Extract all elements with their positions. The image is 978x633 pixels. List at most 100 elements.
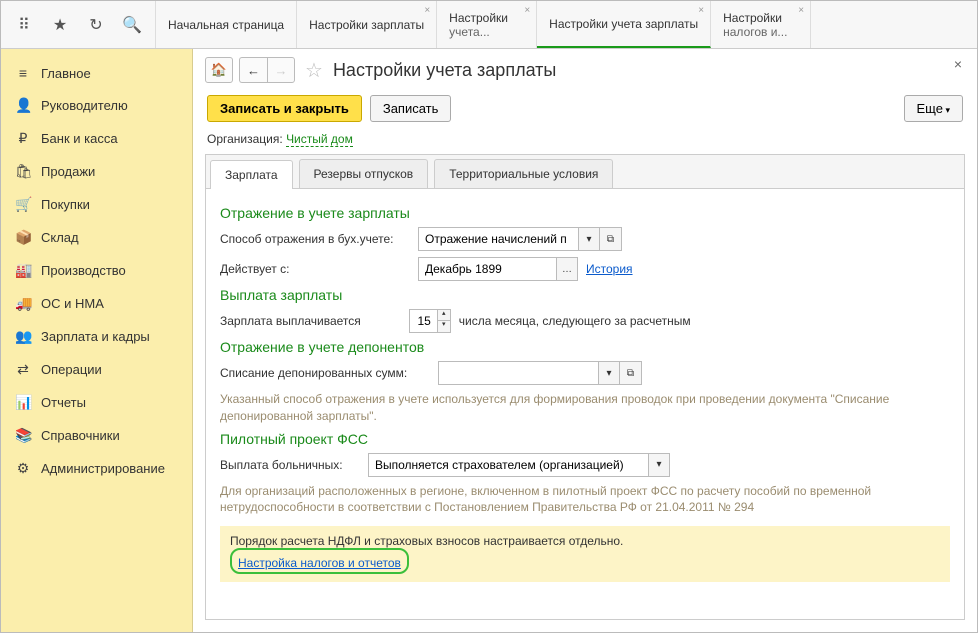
- tab-label: Настройки: [449, 11, 524, 25]
- more-button[interactable]: Еще: [904, 95, 963, 122]
- history-icon[interactable]: ↻: [81, 10, 111, 40]
- sidebar-item-production[interactable]: 🏭 Производство: [1, 254, 192, 287]
- apps-icon[interactable]: ⠿: [9, 10, 39, 40]
- deponent-hint: Указанный способ отражения в учете испол…: [220, 391, 950, 425]
- section-salary-accounting: Отражение в учете зарплаты: [220, 205, 950, 221]
- open-button[interactable]: ⧉: [600, 227, 622, 251]
- open-button[interactable]: ⧉: [620, 361, 642, 385]
- sidebar-item-label: ОС и НМА: [41, 296, 104, 311]
- tab-label: Настройки зарплаты: [309, 18, 424, 32]
- dropdown-button[interactable]: ▾: [648, 453, 670, 477]
- sidebar-item-label: Зарплата и кадры: [41, 329, 150, 344]
- gear-icon: ⚙: [15, 460, 31, 477]
- org-label: Организация:: [207, 132, 283, 146]
- section-salary-payment: Выплата зарплаты: [220, 287, 950, 303]
- sidebar-item-label: Отчеты: [41, 395, 86, 410]
- tab-label: Настройки учета зарплаты: [549, 17, 698, 31]
- sidebar-item-bank[interactable]: ₽ Банк и касса: [1, 122, 192, 155]
- sidebar-item-label: Покупки: [41, 197, 90, 212]
- tab-accounting-settings[interactable]: Настройки учета... ×: [437, 1, 537, 48]
- sidebar-item-purchases[interactable]: 🛒 Покупки: [1, 188, 192, 221]
- form-tab-territory[interactable]: Территориальные условия: [434, 159, 613, 188]
- sidebar-item-manager[interactable]: 👤 Руководителю: [1, 89, 192, 122]
- truck-icon: 🚚: [15, 295, 31, 312]
- swap-icon: ⇄: [15, 361, 31, 378]
- sick-pay-input[interactable]: [368, 453, 648, 477]
- tab-salary-accounting-settings[interactable]: Настройки учета зарплаты ×: [537, 1, 711, 48]
- tab-salary-settings[interactable]: Настройки зарплаты ×: [297, 1, 437, 48]
- effective-from-input[interactable]: [418, 257, 556, 281]
- books-icon: 📚: [15, 427, 31, 444]
- sidebar: ≡ Главное 👤 Руководителю ₽ Банк и касса 🛍 Пр…: [1, 49, 193, 632]
- sidebar-item-operations[interactable]: ⇄ Операции: [1, 353, 192, 386]
- org-link[interactable]: Чистый дом: [286, 132, 353, 147]
- sidebar-item-label: Руководителю: [41, 98, 128, 113]
- sidebar-item-label: Операции: [41, 362, 102, 377]
- pay-day-label: Зарплата выплачивается: [220, 314, 361, 328]
- info-text: Порядок расчета НДФЛ и страховых взносов…: [230, 534, 940, 548]
- ruble-icon: ₽: [15, 130, 31, 147]
- accounting-method-input[interactable]: [418, 227, 578, 251]
- tax-settings-link[interactable]: Настройка налогов и отчетов: [238, 556, 401, 570]
- dropdown-button[interactable]: ▾: [598, 361, 620, 385]
- tab-home[interactable]: Начальная страница: [156, 1, 297, 48]
- section-fss-pilot: Пилотный проект ФСС: [220, 431, 950, 447]
- sick-pay-label: Выплата больничных:: [220, 458, 360, 472]
- favorite-icon[interactable]: ☆: [305, 58, 323, 83]
- select-button[interactable]: …: [556, 257, 578, 281]
- sidebar-item-main[interactable]: ≡ Главное: [1, 57, 192, 89]
- sidebar-item-assets[interactable]: 🚚 ОС и НМА: [1, 287, 192, 320]
- box-icon: 📦: [15, 229, 31, 246]
- person-icon: 👤: [15, 97, 31, 114]
- tab-label-2: учета...: [449, 25, 524, 39]
- sidebar-item-warehouse[interactable]: 📦 Склад: [1, 221, 192, 254]
- factory-icon: 🏭: [15, 262, 31, 279]
- close-icon[interactable]: ×: [698, 5, 704, 16]
- pay-day-input[interactable]: [409, 309, 437, 333]
- close-form-button[interactable]: ×: [954, 56, 962, 72]
- sidebar-item-label: Администрирование: [41, 461, 165, 476]
- sidebar-item-reports[interactable]: 📊 Отчеты: [1, 386, 192, 419]
- spin-down-button[interactable]: ▾: [437, 321, 451, 333]
- people-icon: 👥: [15, 328, 31, 345]
- spin-up-button[interactable]: ▴: [437, 309, 451, 321]
- sidebar-item-label: Производство: [41, 263, 126, 278]
- deponent-writeoff-label: Списание депонированных сумм:: [220, 366, 430, 380]
- deponent-writeoff-input[interactable]: [438, 361, 598, 385]
- fss-hint: Для организаций расположенных в регионе,…: [220, 483, 950, 517]
- section-deponents: Отражение в учете депонентов: [220, 339, 950, 355]
- sidebar-item-label: Справочники: [41, 428, 120, 443]
- close-icon[interactable]: ×: [524, 5, 530, 16]
- star-icon[interactable]: ★: [45, 10, 75, 40]
- sidebar-item-label: Продажи: [41, 164, 95, 179]
- back-button[interactable]: ←: [239, 57, 267, 83]
- page-title: Настройки учета зарплаты: [333, 60, 556, 81]
- save-button[interactable]: Записать: [370, 95, 452, 122]
- dropdown-button[interactable]: ▾: [578, 227, 600, 251]
- history-link[interactable]: История: [586, 262, 633, 276]
- chart-icon: 📊: [15, 394, 31, 411]
- sidebar-item-salary-hr[interactable]: 👥 Зарплата и кадры: [1, 320, 192, 353]
- sidebar-item-label: Склад: [41, 230, 79, 245]
- cart-icon: 🛒: [15, 196, 31, 213]
- tab-label: Начальная страница: [168, 18, 284, 32]
- info-box: Порядок расчета НДФЛ и страховых взносов…: [220, 526, 950, 582]
- sidebar-item-sales[interactable]: 🛍 Продажи: [1, 155, 192, 188]
- forward-button[interactable]: →: [267, 57, 295, 83]
- sidebar-item-label: Главное: [41, 66, 91, 81]
- bag-icon: 🛍: [15, 163, 31, 180]
- close-icon[interactable]: ×: [798, 5, 804, 16]
- search-icon[interactable]: 🔍: [117, 10, 147, 40]
- close-icon[interactable]: ×: [424, 5, 430, 16]
- menu-icon: ≡: [15, 65, 31, 81]
- form-tab-salary[interactable]: Зарплата: [210, 160, 293, 189]
- save-close-button[interactable]: Записать и закрыть: [207, 95, 362, 122]
- document-tabs: Начальная страница Настройки зарплаты × …: [156, 1, 977, 48]
- sidebar-item-directories[interactable]: 📚 Справочники: [1, 419, 192, 452]
- sidebar-item-label: Банк и касса: [41, 131, 118, 146]
- home-button[interactable]: 🏠: [205, 57, 233, 83]
- form-tab-reserves[interactable]: Резервы отпусков: [299, 159, 429, 188]
- sidebar-item-admin[interactable]: ⚙ Администрирование: [1, 452, 192, 485]
- tab-tax-settings[interactable]: Настройки налогов и... ×: [711, 1, 811, 48]
- effective-from-label: Действует с:: [220, 262, 410, 276]
